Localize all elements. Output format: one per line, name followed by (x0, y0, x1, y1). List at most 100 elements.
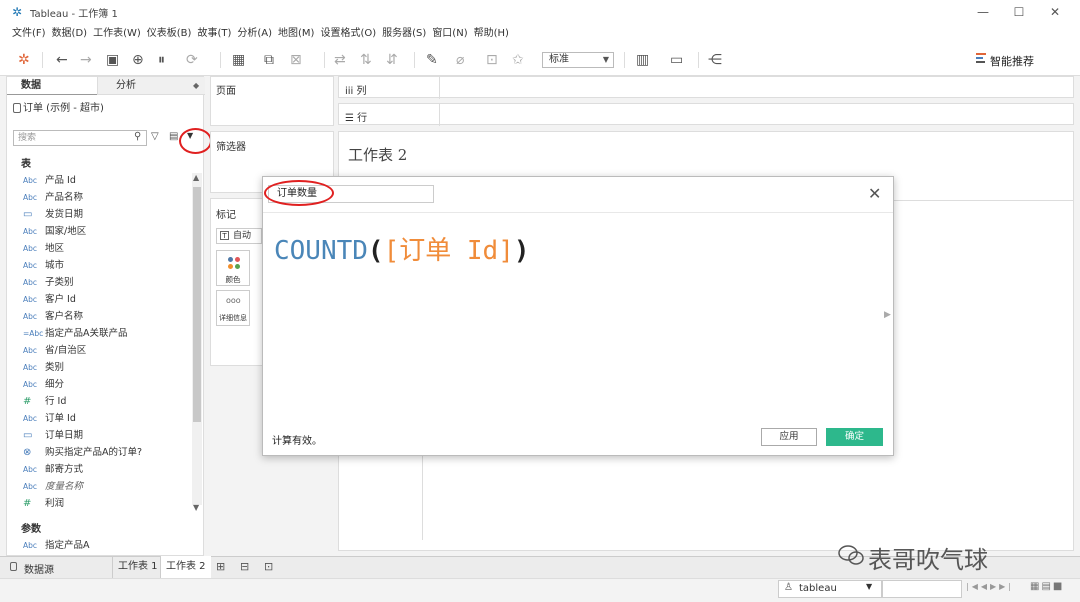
tab-analysis[interactable]: 分析 (97, 77, 205, 95)
field-label: 城市 (45, 260, 65, 271)
close-button[interactable]: ✕ (1038, 2, 1072, 22)
field-item[interactable]: Abc 细分 (7, 376, 191, 393)
search-input[interactable]: 搜索 (13, 130, 147, 146)
menu-window[interactable]: 窗口(N) (432, 24, 473, 44)
view-toggle-icon[interactable]: ▤ (169, 131, 178, 142)
pause-updates-icon[interactable]: ⏸ (158, 52, 165, 68)
formula-editor[interactable]: COUNTD([订单 Id]) (274, 230, 530, 267)
color-label: 颜色 (225, 275, 241, 284)
columns-shelf[interactable]: iii 列 (338, 76, 1074, 99)
field-item[interactable]: Abc 订单 Id (7, 410, 191, 427)
scroll-down-icon[interactable]: ▼ (193, 503, 199, 512)
apply-button[interactable]: 应用 (761, 428, 817, 446)
string-type-icon: Abc (23, 295, 38, 304)
menu-server[interactable]: 服务器(S) (382, 24, 432, 44)
user-icon: ♙ (784, 582, 793, 593)
rows-label: ☰ 行 (345, 113, 368, 124)
string-type-icon: Abc (23, 482, 38, 491)
pin-icon[interactable]: ✩ (512, 52, 524, 68)
menu-format[interactable]: 设置格式(O) (320, 24, 382, 44)
presentation-icon[interactable]: ▭ (670, 52, 683, 68)
rows-shelf[interactable]: ☰ 行 (338, 103, 1074, 126)
sheet-nav-icons[interactable]: |◀◀▶▶| (966, 582, 1014, 591)
dialog-close-icon[interactable]: ✕ (868, 184, 881, 203)
chevron-down-icon[interactable]: ▼ (866, 582, 872, 591)
toolbar-separator (324, 52, 325, 68)
smart-recommend-button[interactable]: 智能推荐 (990, 53, 1034, 69)
wechat-logo-icon (838, 544, 864, 566)
field-item[interactable]: Abc 客户 Id (7, 291, 191, 308)
sheet-view-icons[interactable]: ▦▤■ (1030, 581, 1064, 592)
tables-header: 表 (21, 159, 31, 170)
maximize-button[interactable]: ☐ (1002, 2, 1036, 22)
refresh-icon[interactable]: ⟳ (186, 52, 198, 68)
tableau-home-icon[interactable]: ✲ (18, 52, 30, 68)
group-icon[interactable]: ⌀ (456, 52, 464, 68)
field-item[interactable]: Abc 产品名称 (7, 189, 191, 206)
menu-file[interactable]: 文件(F) (12, 24, 52, 44)
swap-icon[interactable]: ⇄ (334, 52, 346, 68)
tab-sheet2[interactable]: 工作表 2 (160, 556, 211, 578)
field-item[interactable]: Abc 度量名称 (7, 478, 191, 495)
new-story-icon[interactable]: ⊡ (264, 560, 273, 573)
menu-help[interactable]: 帮助(H) (474, 24, 515, 44)
field-item[interactable]: Abc 省/自治区 (7, 342, 191, 359)
field-item[interactable]: Abc 客户名称 (7, 308, 191, 325)
menu-analysis[interactable]: 分析(A) (237, 24, 278, 44)
new-worksheet-icon[interactable]: ⊞ (216, 560, 225, 573)
tab-data[interactable]: 数据 (7, 77, 97, 95)
scrollbar-thumb[interactable] (193, 187, 201, 422)
clear-sheet-icon[interactable]: ⊠ (290, 52, 302, 68)
new-dashboard-icon[interactable]: ⊟ (240, 560, 249, 573)
menu-map[interactable]: 地图(M) (278, 24, 320, 44)
highlight-icon[interactable]: ✎ (426, 52, 438, 68)
field-item[interactable]: ⊗ 购买指定产品A的订单? (7, 444, 191, 461)
field-item[interactable]: Abc 子类别 (7, 274, 191, 291)
menu-dashboard[interactable]: 仪表板(B) (147, 24, 198, 44)
columns-label: iii 列 (345, 86, 367, 97)
sheet-title[interactable]: 工作表 2 (348, 144, 407, 165)
chevron-icon[interactable]: ◆ (193, 81, 199, 90)
field-item[interactable]: =Abc 指定产品A关联产品 (7, 325, 191, 342)
detail-dots-icon: ooo (226, 296, 241, 305)
save-icon[interactable]: ▣ (106, 52, 119, 68)
forward-arrow-icon[interactable]: → (80, 52, 92, 68)
field-item[interactable]: Abc 国家/地区 (7, 223, 191, 240)
menu-data[interactable]: 数据(D) (52, 24, 94, 44)
show-cards-icon[interactable]: ▥ (636, 52, 649, 68)
minimize-button[interactable]: — (966, 2, 1000, 22)
field-label: 行 Id (45, 396, 67, 407)
field-item[interactable]: Abc 城市 (7, 257, 191, 274)
expand-arrow-icon[interactable]: ▶ (884, 310, 891, 320)
field-item[interactable]: Abc 产品 Id (7, 172, 191, 189)
string-type-icon: Abc (23, 346, 38, 355)
label-icon[interactable]: ⊡ (486, 52, 498, 68)
new-worksheet-icon[interactable]: ▦ (232, 52, 245, 68)
sort-descending-icon[interactable]: ⇵ (386, 52, 398, 68)
field-item[interactable]: # 利润 (7, 495, 191, 512)
field-item[interactable]: ▭ 发货日期 (7, 206, 191, 223)
fit-select[interactable]: 标准 ▼ (542, 52, 614, 68)
share-icon[interactable]: ⋲ (708, 52, 722, 68)
ok-button[interactable]: 确定 (826, 428, 883, 446)
filter-icon[interactable]: ▽ (151, 131, 159, 142)
menu-worksheet[interactable]: 工作表(W) (93, 24, 147, 44)
tab-sheet1[interactable]: 工作表 1 (112, 556, 163, 578)
string-type-icon: Abc (23, 193, 38, 202)
back-arrow-icon[interactable]: ← (56, 52, 68, 68)
field-item[interactable]: Abc 类别 (7, 359, 191, 376)
detail-label: 详细信息 (219, 314, 247, 322)
sort-ascending-icon[interactable]: ⇅ (360, 52, 372, 68)
field-item[interactable]: Abc 邮寄方式 (7, 461, 191, 478)
search-icon[interactable]: ⚲ (134, 131, 141, 142)
menu-story[interactable]: 故事(T) (197, 24, 237, 44)
field-item[interactable]: # 行 Id (7, 393, 191, 410)
field-item[interactable]: Abc 地区 (7, 240, 191, 257)
scroll-up-icon[interactable]: ▲ (193, 173, 199, 182)
parameter-item[interactable]: Abc 指定产品A (7, 537, 191, 554)
duplicate-sheet-icon[interactable]: ⧉ (264, 52, 274, 68)
tab-datasource[interactable]: 数据源 (24, 561, 54, 576)
field-item[interactable]: ▭ 订单日期 (7, 427, 191, 444)
datasource-name[interactable]: 订单 (示例 - 超市) (7, 99, 205, 119)
new-datasource-icon[interactable]: ⊕ (132, 52, 144, 68)
